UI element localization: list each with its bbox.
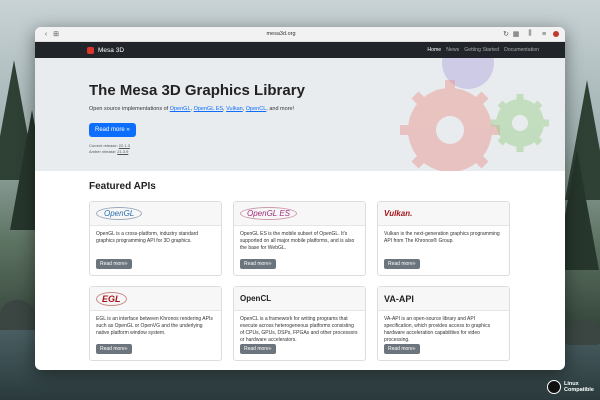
- card-va-api: VA-API VA-API is an open-source library …: [377, 286, 510, 361]
- link-opengl[interactable]: OpenGL: [170, 106, 191, 112]
- card-opengl: OpenGL OpenGL is a cross-platform, indus…: [89, 201, 222, 276]
- new-tab-icon[interactable]: ⊞: [51, 30, 61, 38]
- nav-links: Home News Getting Started Documentation: [427, 47, 565, 53]
- hero-read-more-button[interactable]: Read more »: [89, 123, 136, 137]
- nav-news[interactable]: News: [446, 47, 459, 53]
- current-release-label: Current release:: [89, 143, 119, 148]
- card-text: OpenGL is a cross-platform, industry sta…: [96, 231, 199, 244]
- close-window-icon[interactable]: [553, 31, 559, 37]
- read-more-button[interactable]: Read more»: [240, 344, 276, 354]
- card-opengl-es: OpenGL ES OpenGL ES is the mobile subset…: [233, 201, 366, 276]
- read-more-button[interactable]: Read more»: [240, 259, 276, 269]
- hero-section: The Mesa 3D Graphics Library Open source…: [35, 58, 565, 171]
- browser-window: ‹ ⊞ mesa3d.org ↻ ▦ ⫼ ≡ Mesa 3D Home News…: [35, 27, 565, 370]
- lead-prefix: Open source implementations of: [89, 106, 170, 112]
- link-opengl-es[interactable]: OpenGL ES: [194, 106, 223, 112]
- opengl-es-logo: OpenGL ES: [240, 207, 297, 220]
- card-header: VA-API: [378, 287, 509, 311]
- extensions-icon[interactable]: ▦: [511, 30, 521, 38]
- library-icon[interactable]: ⫼: [525, 30, 535, 38]
- read-more-button[interactable]: Read more»: [384, 259, 420, 269]
- read-more-button[interactable]: Read more»: [384, 344, 420, 354]
- opencl-logo: OpenCL: [240, 294, 272, 303]
- badge-line2: Compatible: [564, 387, 594, 393]
- back-arrow-icon[interactable]: ‹: [41, 31, 51, 38]
- link-vulkan[interactable]: Vulkan: [226, 106, 243, 112]
- va-api-title: VA-API: [384, 293, 414, 304]
- api-cards: OpenGL OpenGL is a cross-platform, indus…: [89, 201, 565, 361]
- link-opencl[interactable]: OpenCL: [246, 106, 267, 112]
- card-header: OpenCL: [234, 287, 365, 311]
- card-egl: EGL EGL is an interface between Khronos …: [89, 286, 222, 361]
- nav-documentation[interactable]: Documentation: [504, 47, 539, 53]
- card-header: Vulkan.: [378, 202, 509, 226]
- mesa-logo-icon: [87, 46, 94, 54]
- nav-getting-started[interactable]: Getting Started: [464, 47, 499, 53]
- browser-toolbar: ‹ ⊞ mesa3d.org ↻ ▦ ⫼ ≡: [35, 27, 565, 42]
- opengl-logo: OpenGL: [96, 207, 143, 220]
- site-navbar: Mesa 3D Home News Getting Started Docume…: [35, 42, 565, 58]
- site-brand[interactable]: Mesa 3D: [87, 46, 125, 54]
- card-vulkan: Vulkan. Vulkan is the next-generation gr…: [377, 201, 510, 276]
- vulkan-logo: Vulkan.: [384, 209, 413, 218]
- reload-icon[interactable]: ↻: [501, 30, 511, 38]
- read-more-button[interactable]: Read more»: [96, 344, 132, 354]
- linux-compatible-badge: Linux Compatible: [547, 380, 594, 394]
- amber-release-link[interactable]: 21.3.9: [117, 149, 128, 154]
- nav-home[interactable]: Home: [427, 47, 441, 53]
- read-more-button[interactable]: Read more»: [96, 259, 132, 269]
- section-heading: Featured APIs: [89, 181, 156, 192]
- current-release-link[interactable]: 22.1.3: [119, 143, 130, 148]
- lead-suffix: , and more!: [266, 106, 295, 112]
- linux-badge-icon: [547, 380, 562, 394]
- egl-logo: EGL: [96, 291, 127, 306]
- address-bar[interactable]: mesa3d.org: [61, 31, 501, 37]
- card-header: EGL: [90, 287, 221, 311]
- card-opencl: OpenCL OpenCL is a framework for writing…: [233, 286, 366, 361]
- card-header: OpenGL: [90, 202, 221, 226]
- card-header: OpenGL ES: [234, 202, 365, 226]
- brand-name: Mesa 3D: [98, 46, 125, 54]
- badge-text: Linux Compatible: [564, 381, 594, 393]
- card-text: Vulkan is the next-generation graphics p…: [384, 231, 500, 244]
- gears-illustration: [400, 58, 549, 171]
- menu-icon[interactable]: ≡: [539, 31, 549, 38]
- amber-release-label: Amber release:: [89, 149, 118, 154]
- card-text: OpenGL ES is the mobile subset of OpenGL…: [240, 231, 355, 251]
- card-text: EGL is an interface between Khronos rend…: [96, 316, 213, 336]
- featured-apis-section: Featured APIs OpenGL OpenGL is a cross-p…: [35, 171, 565, 361]
